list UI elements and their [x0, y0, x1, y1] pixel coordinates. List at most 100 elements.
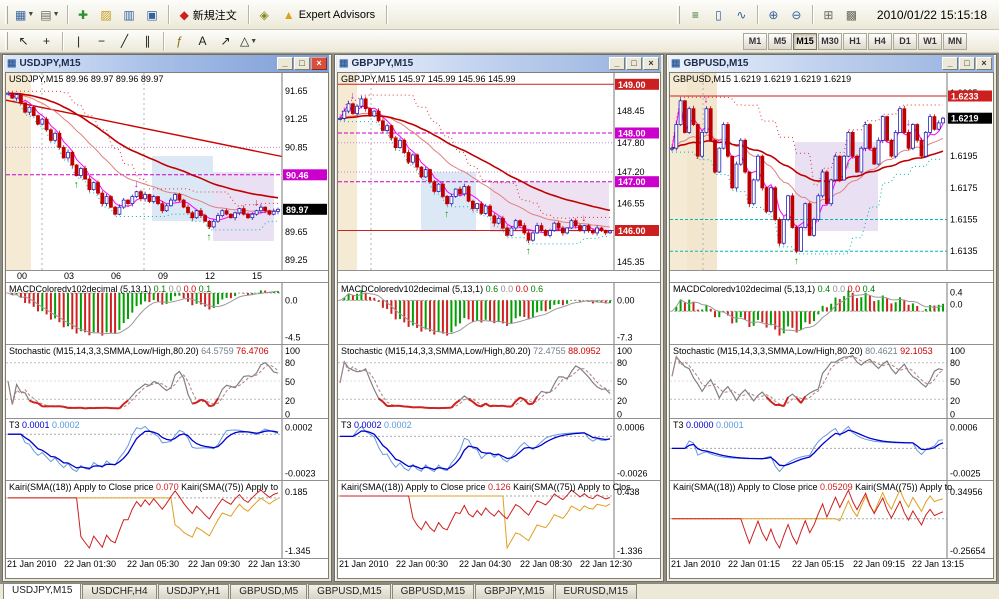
- line-chart-icon: ∿: [736, 7, 747, 22]
- indicator-pane-kairi[interactable]: 0.34956 -0.25654 Kairi(SMA((18)) Apply to …: [670, 481, 993, 559]
- indicator-label-part: 0.0: [847, 284, 863, 294]
- window-titlebar[interactable]: ▦ USDJPY,M15 _ □ ×: [5, 55, 329, 72]
- chart-tab-usdchf-h4[interactable]: USDCHF,H4: [82, 584, 157, 599]
- timeframe-m15-button[interactable]: M15: [793, 32, 817, 50]
- restore-button[interactable]: □: [959, 57, 975, 70]
- svg-text:91.25: 91.25: [285, 114, 308, 124]
- svg-text:0.0006: 0.0006: [950, 423, 978, 433]
- ohlc-header: GBPJPY,M15 145.97 145.99 145.96 145.99: [341, 74, 516, 84]
- indicator-pane-stoch[interactable]: 100 80 50 20 0 Stochastic (M15,14,3,3,SMMA,Lo…: [338, 345, 660, 419]
- indicator-pane-t3[interactable]: 0.0006 -0.0025 T3 0.0000 0.0001: [670, 419, 993, 481]
- new-order-button[interactable]: ◆ 新規注文: [173, 4, 244, 25]
- line-chart-button[interactable]: ∿: [730, 4, 753, 25]
- indicator-label-part: Stochastic (M15,14,3,3,SMMA,Low/High,80.…: [673, 346, 866, 356]
- close-button[interactable]: ×: [976, 57, 992, 70]
- market-watch-button[interactable]: ✚: [72, 4, 95, 25]
- new-chart-button[interactable]: ▦ ▼: [12, 4, 37, 25]
- indicator-pane-stoch[interactable]: 100 80 50 20 0 Stochastic (M15,14,3,3,SMMA,Lo…: [670, 345, 993, 419]
- hour-scale-label: 09: [158, 271, 169, 281]
- price-pane[interactable]: ↑ ↓ ↑ ↓ 91.65 91.25 90.85 89.65 89.25 90.46 89.97 U…: [6, 73, 328, 271]
- data-window-button[interactable]: ▨: [95, 4, 118, 25]
- equidistant-channel-button[interactable]: ∥: [136, 31, 159, 52]
- chart-window-usdjpy-m15[interactable]: ▦ USDJPY,M15 _ □ × ↑ ↓ ↑ ↓ 91.65 91.25 90.85 89…: [2, 54, 332, 582]
- chart-window-gbpusd-m15[interactable]: ▦ GBPUSD,M15 _ □ × ↓↑↑↓1.62351.61951.617…: [666, 54, 997, 582]
- indicator-pane-t3[interactable]: 0.0002 -0.0023 T3 0.0001 0.0002: [6, 419, 328, 481]
- minimize-button[interactable]: _: [277, 57, 293, 70]
- profiles-button[interactable]: ▤ ▼: [37, 4, 62, 25]
- toolbar-grip[interactable]: [676, 5, 680, 24]
- chart-tab-eurusd-m15[interactable]: EURUSD,M15: [554, 584, 637, 599]
- svg-text:145.35: 145.35: [617, 257, 645, 267]
- svg-text:0.0006: 0.0006: [617, 423, 645, 433]
- bar-chart-button[interactable]: ≡: [684, 4, 707, 25]
- minimize-button[interactable]: _: [609, 57, 625, 70]
- indicator-pane-kairi[interactable]: 0.438 -1.336 Kairi(SMA((18)) Apply to Clos…: [338, 481, 660, 559]
- minimize-button[interactable]: _: [942, 57, 958, 70]
- navigator-button[interactable]: ▥: [118, 4, 141, 25]
- timeframe-h1-button[interactable]: H1: [843, 32, 867, 50]
- indicator-label-part: Kairi(SMA((18)) Apply to Close price: [673, 482, 821, 492]
- svg-text:89.65: 89.65: [285, 227, 308, 237]
- market-watch-icon: ✚: [78, 7, 89, 22]
- candlestick-chart-button[interactable]: ▯: [707, 4, 730, 25]
- svg-text:-0.25654: -0.25654: [950, 546, 986, 556]
- svg-text:90.85: 90.85: [285, 142, 308, 152]
- timeframe-m5-button[interactable]: M5: [768, 32, 792, 50]
- arrows-button[interactable]: ↗: [214, 31, 237, 52]
- close-button[interactable]: ×: [311, 57, 327, 70]
- fibonacci-button[interactable]: ƒ: [168, 31, 191, 52]
- chart-window-gbpjpy-m15[interactable]: ▦ GBPJPY,M15 _ □ × ↓ ↑ ↑ ↓ 148.45 147.80 147.2…: [334, 54, 664, 582]
- chart-tab-gbpusd-m15[interactable]: GBPUSD,M15: [308, 584, 391, 599]
- indicator-pane-macd[interactable]: 0.4 0.0 MACDColoredv102decimal (5,13,1) 0.…: [670, 283, 993, 345]
- indicator-pane-t3[interactable]: 0.0006 -0.0026 T3 0.0002 0.0002: [338, 419, 660, 481]
- cursor-button[interactable]: ↖: [12, 31, 35, 52]
- chart-tab-gbpusd-m5[interactable]: GBPUSD,M5: [230, 584, 308, 599]
- timeframe-h4-button[interactable]: H4: [868, 32, 892, 50]
- svg-text:-1.336: -1.336: [617, 546, 643, 556]
- zoom-in-button[interactable]: ⊕: [762, 4, 785, 25]
- svg-text:146.55: 146.55: [617, 199, 645, 209]
- chart-tab-gbpusd-m15[interactable]: GBPUSD,M15: [391, 584, 475, 599]
- timeframe-m30-button[interactable]: M30: [818, 32, 842, 50]
- shapes-button[interactable]: △ ▼: [237, 31, 260, 52]
- window-titlebar[interactable]: ▦ GBPJPY,M15 _ □ ×: [337, 55, 661, 72]
- cascade-windows-button[interactable]: ▩: [840, 4, 863, 25]
- restore-button[interactable]: □: [626, 57, 642, 70]
- chart-tab-gbpjpy-m15[interactable]: GBPJPY,M15: [475, 584, 554, 599]
- timeframe-w1-button[interactable]: W1: [918, 32, 942, 50]
- zoom-out-button[interactable]: ⊖: [785, 4, 808, 25]
- horizontal-line-button[interactable]: −: [90, 31, 113, 52]
- timeframe-d1-button[interactable]: D1: [893, 32, 917, 50]
- toolbar-grip[interactable]: [5, 32, 8, 50]
- indicator-label-part: 0.0002: [52, 420, 80, 430]
- trendline-button[interactable]: ╱: [113, 31, 136, 52]
- chart-tab-usdjpy-m15[interactable]: USDJPY,M15: [3, 583, 82, 599]
- svg-text:↑: ↑: [794, 256, 799, 267]
- timeframe-mn-button[interactable]: MN: [943, 32, 967, 50]
- close-button[interactable]: ×: [643, 57, 659, 70]
- indicator-pane-macd[interactable]: 0.0 -4.5 MACDColoredv102decimal (5,13,1) 0…: [6, 283, 328, 345]
- time-axis-label: 22 Jan 09:30: [188, 559, 241, 569]
- price-pane[interactable]: ↓↑↑↓1.62351.61951.61751.61551.61351.6233…: [670, 73, 993, 271]
- text-label-button[interactable]: A: [191, 31, 214, 52]
- price-pane[interactable]: ↓ ↑ ↑ ↓ 148.45 147.80 147.20 146.55 145.35 149.00…: [338, 73, 660, 271]
- svg-text:20: 20: [950, 396, 960, 406]
- crosshair-button[interactable]: +: [35, 31, 58, 52]
- tile-windows-button[interactable]: ⊞: [817, 4, 840, 25]
- time-axis-row: 21 Jan 2010 22 Jan 00:30 22 Jan 04:30 22 Ja…: [338, 559, 660, 572]
- metaeditor-button[interactable]: ◈: [253, 4, 276, 25]
- chart-tab-usdjpy-h1[interactable]: USDJPY,H1: [157, 584, 230, 599]
- chart-window-icon: ▦: [7, 58, 17, 69]
- indicator-pane-kairi[interactable]: 0.185 -1.345 Kairi(SMA((18)) Apply to Clos…: [6, 481, 328, 559]
- svg-text:90.46: 90.46: [286, 170, 309, 180]
- indicator-pane-macd[interactable]: 0.00 -7.3 MACDColoredv102decimal (5,13,1) …: [338, 283, 660, 345]
- timeframe-m1-button[interactable]: M1: [743, 32, 767, 50]
- expert-advisors-button[interactable]: ▲ Expert Advisors: [276, 4, 382, 25]
- terminal-button[interactable]: ▣: [141, 4, 164, 25]
- restore-button[interactable]: □: [294, 57, 310, 70]
- vertical-line-button[interactable]: |: [67, 31, 90, 52]
- window-titlebar[interactable]: ▦ GBPUSD,M15 _ □ ×: [669, 55, 994, 72]
- crosshair-icon: +: [42, 34, 50, 48]
- indicator-pane-stoch[interactable]: 100 80 50 20 0 Stochastic (M15,14,3,3,SMMA,Lo…: [6, 345, 328, 419]
- toolbar-grip[interactable]: [5, 5, 8, 24]
